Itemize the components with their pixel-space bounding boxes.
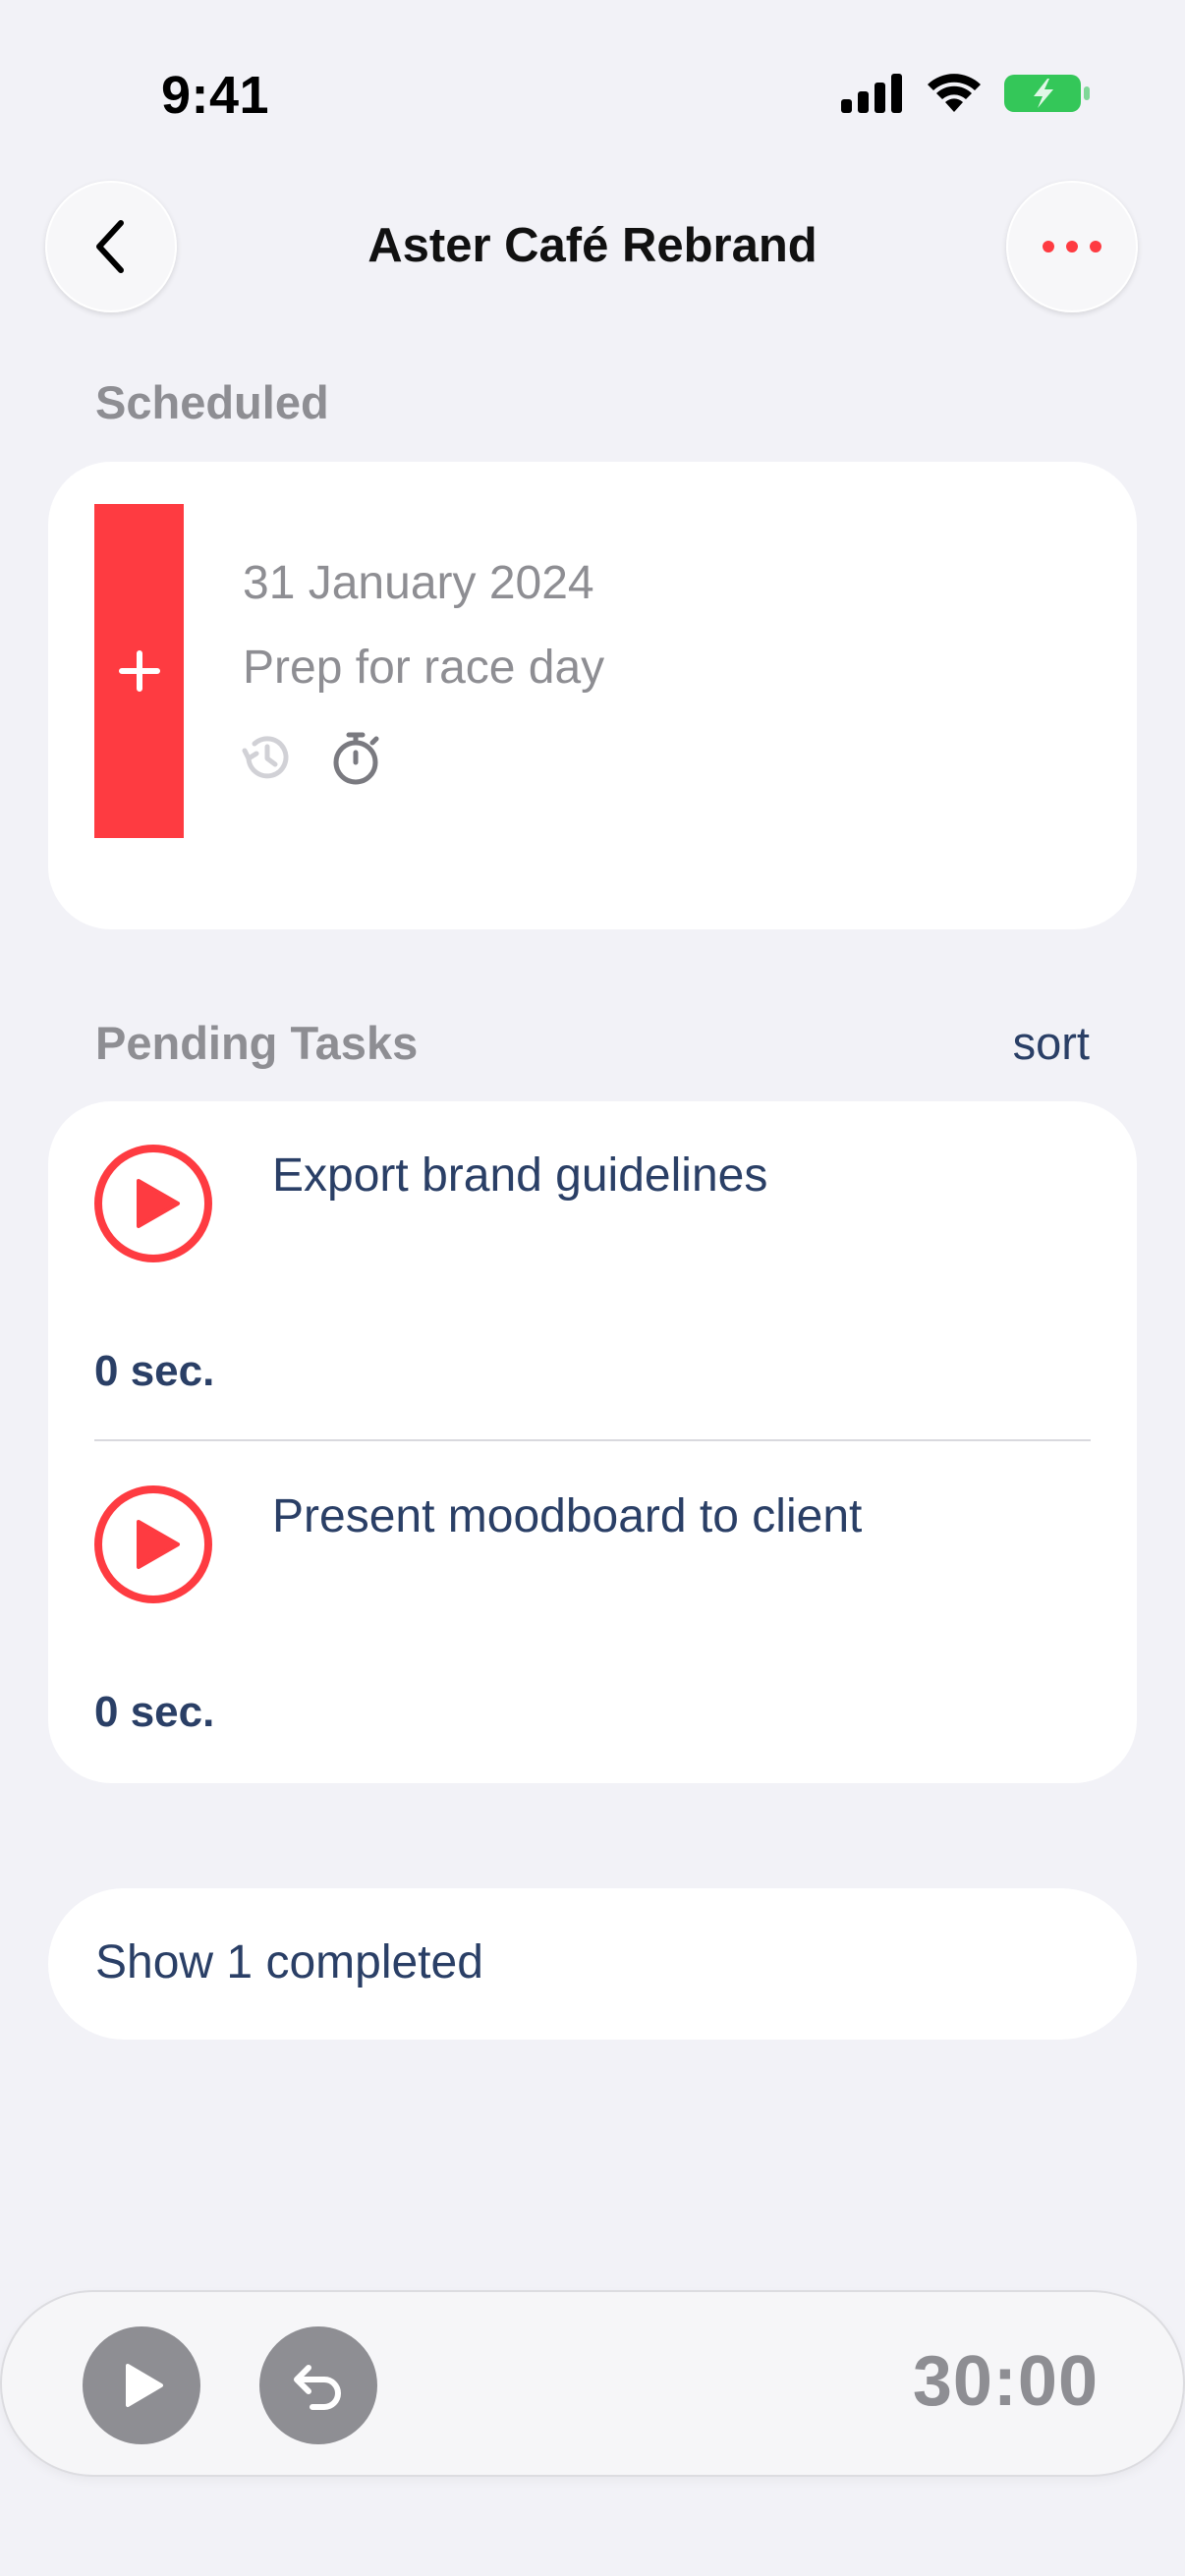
wifi-icon bbox=[928, 74, 981, 112]
pending-tasks-card: Export brand guidelines 0 sec. Present m… bbox=[48, 1101, 1137, 1783]
play-icon bbox=[126, 2364, 163, 2407]
pending-section-label: Pending Tasks bbox=[95, 1017, 419, 1069]
cellular-signal-icon bbox=[841, 74, 902, 113]
sort-button[interactable]: sort bbox=[1013, 1016, 1090, 1070]
task-play-icon[interactable] bbox=[93, 1484, 213, 1604]
undo-arrow-icon bbox=[294, 2365, 341, 2410]
task-name: Present moodboard to client bbox=[272, 1490, 863, 1542]
show-completed-label: Show 1 completed bbox=[95, 1936, 483, 1988]
timer-readout: 30:00 bbox=[912, 2342, 1099, 2421]
history-icon[interactable] bbox=[237, 727, 298, 788]
task-row[interactable]: Present moodboard to client 0 sec. bbox=[48, 1442, 1137, 1783]
task-play-icon[interactable] bbox=[93, 1144, 213, 1263]
task-name: Export brand guidelines bbox=[272, 1149, 768, 1202]
scheduled-add-button[interactable] bbox=[94, 504, 184, 838]
status-time: 9:41 bbox=[161, 66, 270, 125]
battery-charging-icon bbox=[1004, 75, 1090, 112]
task-time: 0 sec. bbox=[94, 1347, 215, 1395]
scheduled-section-label: Scheduled bbox=[95, 376, 329, 428]
scheduled-icons bbox=[237, 727, 386, 788]
scheduled-name: Prep for race day bbox=[243, 642, 605, 694]
ellipsis-icon bbox=[1043, 241, 1101, 252]
task-time: 0 sec. bbox=[94, 1688, 215, 1736]
scheduled-card[interactable]: 31 January 2024 Prep for race day bbox=[48, 462, 1137, 929]
stopwatch-icon[interactable] bbox=[325, 727, 386, 788]
timer-play-button[interactable] bbox=[83, 2326, 200, 2444]
task-row[interactable]: Export brand guidelines 0 sec. bbox=[48, 1101, 1137, 1442]
timer-reset-button[interactable] bbox=[259, 2326, 377, 2444]
scheduled-date: 31 January 2024 bbox=[243, 557, 594, 609]
plus-icon bbox=[118, 650, 160, 692]
task-divider bbox=[94, 1439, 1091, 1441]
more-options-button[interactable] bbox=[1006, 181, 1138, 312]
show-completed-button[interactable]: Show 1 completed bbox=[48, 1888, 1137, 2040]
screen: 9:41 Aster Café Rebrand Scheduled 31 Jan… bbox=[0, 0, 1185, 2576]
status-icons bbox=[841, 73, 1091, 114]
timer-bar: 30:00 bbox=[2, 2292, 1183, 2475]
